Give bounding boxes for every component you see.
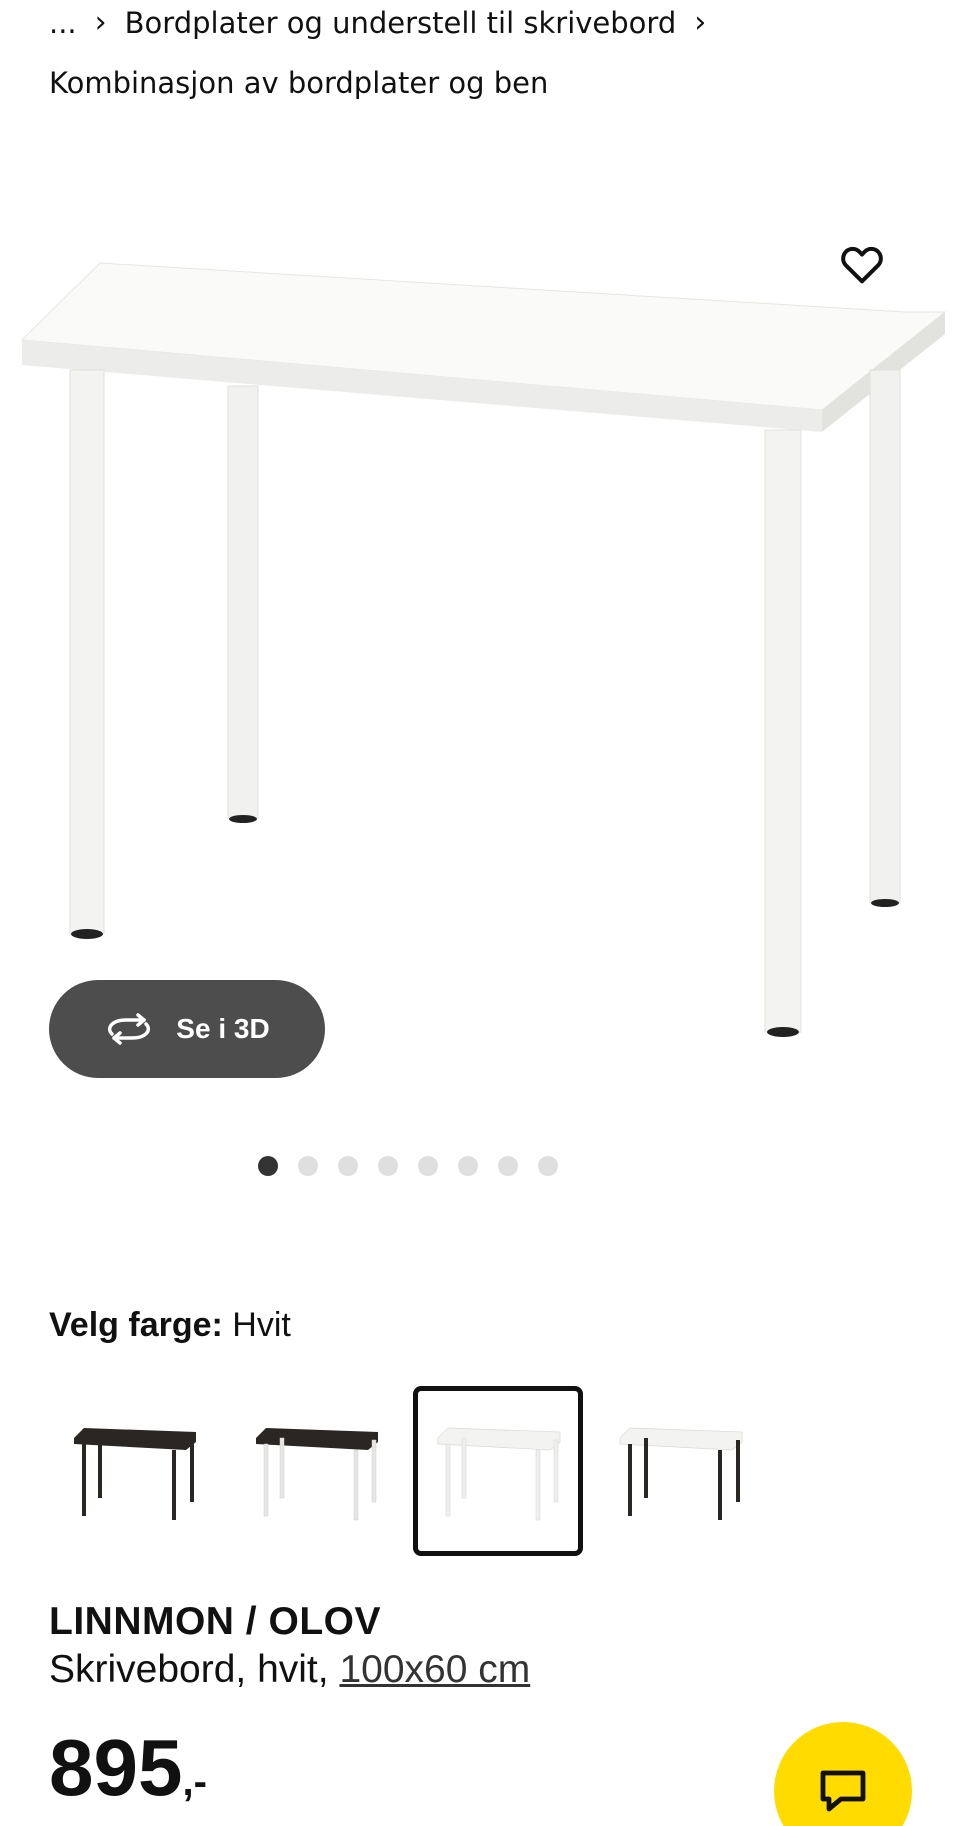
pagination-dot[interactable] [378, 1156, 398, 1176]
product-name: LINNMON / OLOV [49, 1600, 381, 1643]
chevron-right-icon: › [694, 5, 707, 40]
price-suffix: ,- [182, 1760, 207, 1804]
pagination-dot[interactable] [458, 1156, 478, 1176]
breadcrumb-link-desk-tops[interactable]: Bordplater og understell til skrivebord [125, 6, 677, 40]
product-dimensions-link[interactable]: 100x60 cm [339, 1648, 530, 1691]
product-description: Skrivebord, hvit, 100x60 cm [49, 1648, 530, 1692]
pagination-dot[interactable] [298, 1156, 318, 1176]
swatch-image [256, 1428, 378, 1521]
breadcrumb: ... › Bordplater og understell til skriv… [49, 6, 940, 40]
pagination-dot[interactable] [538, 1156, 558, 1176]
chevron-right-icon: › [94, 5, 107, 40]
breadcrumb-ellipsis[interactable]: ... [49, 6, 77, 40]
image-pagination [0, 1156, 888, 1176]
color-swatches [49, 1386, 765, 1556]
swatch-image [437, 1427, 561, 1521]
view-in-3d-button[interactable]: Se i 3D [49, 980, 325, 1078]
pagination-dot[interactable] [498, 1156, 518, 1176]
product-price: 895,- [49, 1728, 207, 1808]
favorite-button[interactable] [836, 240, 888, 288]
product-image[interactable] [0, 200, 960, 1080]
chat-button[interactable] [774, 1722, 912, 1826]
color-label-title: Velg farge: [49, 1306, 223, 1344]
pagination-dot[interactable] [418, 1156, 438, 1176]
swatch-image [74, 1428, 196, 1520]
heart-icon [841, 246, 883, 284]
pagination-dot[interactable] [338, 1156, 358, 1176]
color-picker-label: Velg farge: Hvit [49, 1306, 291, 1345]
swatch-image [619, 1427, 743, 1520]
pagination-dot[interactable] [258, 1156, 278, 1176]
chat-bubble-icon [820, 1770, 866, 1812]
color-selected-value: Hvit [232, 1306, 291, 1344]
color-swatch-white-white[interactable] [413, 1386, 583, 1556]
breadcrumb-current[interactable]: Kombinasjon av bordplater og ben [49, 66, 548, 100]
product-description-text: Skrivebord, hvit, [49, 1648, 329, 1691]
color-swatch-black-white[interactable] [231, 1386, 401, 1556]
rotate-3d-icon [108, 1013, 151, 1045]
color-swatch-black-black[interactable] [49, 1386, 219, 1556]
product-page: ... › Bordplater og understell til skriv… [0, 0, 960, 1826]
desk-illustration [20, 262, 947, 1037]
view-in-3d-label: Se i 3D [176, 1013, 270, 1044]
color-swatch-white-black[interactable] [595, 1386, 765, 1556]
price-amount: 895 [49, 1723, 183, 1812]
